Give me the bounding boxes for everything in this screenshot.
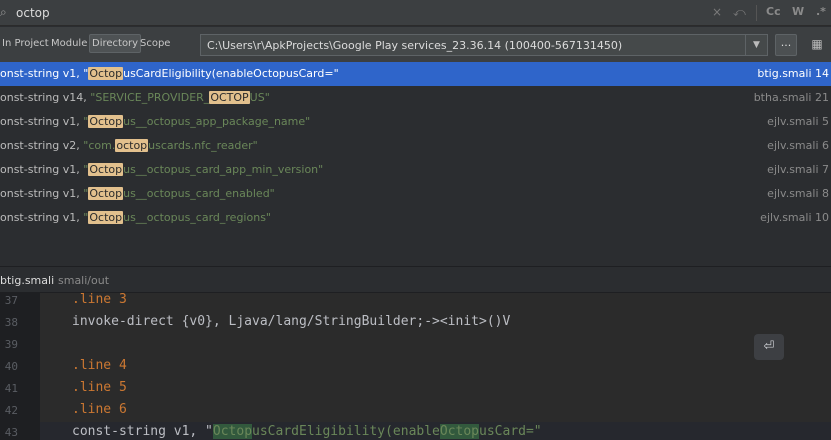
result-row[interactable]: onst-string v14, "SERVICE_PROVIDER_OCTOP… [0, 86, 831, 110]
result-file: btig.smali 14 [757, 67, 829, 80]
clear-icon[interactable]: × [712, 5, 722, 19]
preview-file-name: btig.smali [0, 274, 55, 287]
scope-row: In Project Module Directory Scope C:\Use… [0, 27, 831, 62]
line-number: 40 [4, 360, 18, 373]
result-text: onst-string v1, "Octopus__octopus_card_r… [0, 211, 271, 224]
result-file: ejlv.smali 8 [767, 187, 829, 200]
line-gutter: 37 38 39 40 41 42 43 [0, 293, 40, 440]
result-row[interactable]: onst-string v1, "Octopus__octopus_app_pa… [0, 110, 831, 134]
folder-icon[interactable]: ▦ [806, 34, 828, 56]
soft-wrap-button[interactable]: ⏎ [754, 334, 784, 360]
result-text: onst-string v2, "com.octopuscards.nfc_re… [0, 139, 258, 152]
directory-path-field[interactable]: C:\Users\r\ApkProjects\Google Play servi… [200, 34, 746, 56]
result-text: onst-string v1, "Octopus__octopus_app_pa… [0, 115, 311, 128]
code-editor[interactable]: 37 38 39 40 41 42 43 .line 3 invoke-direct {v0… [0, 292, 831, 440]
match-case-button[interactable]: Cc [766, 5, 781, 18]
result-row[interactable]: onst-string v1, "Octopus__octopus_card_e… [0, 182, 831, 206]
line-number: 38 [4, 316, 18, 329]
match-highlight: Octop [88, 211, 124, 224]
results-list: onst-string v1, "OctopusCardEligibility(… [0, 62, 831, 266]
scope-directory[interactable]: Directory [89, 34, 142, 53]
browse-button[interactable]: ... [775, 34, 797, 56]
search-bar: ⌕ × ⤺ Cc W .* [0, 0, 831, 26]
match-highlight: octop [115, 139, 149, 152]
preview-header: btig.smali smali/out [0, 266, 831, 293]
chevron-down-icon[interactable]: ▼ [746, 34, 768, 56]
code-line: .line 6 [72, 402, 127, 417]
result-file: ejlv.smali 5 [767, 115, 829, 128]
code-line: .line 4 [72, 358, 127, 373]
line-number: 41 [4, 382, 18, 395]
scope-scope[interactable]: Scope [140, 38, 170, 49]
result-row[interactable]: onst-string v1, "Octopus__octopus_card_r… [0, 206, 831, 230]
code-line: const-string v1, "OctopusCardEligibility… [72, 424, 542, 439]
code-line: invoke-direct {v0}, Ljava/lang/StringBui… [72, 314, 511, 329]
result-row[interactable]: onst-string v1, "OctopusCardEligibility(… [0, 62, 831, 86]
line-number: 37 [4, 294, 18, 307]
match-highlight: OCTOP [209, 91, 250, 104]
result-text: onst-string v1, "OctopusCardEligibility(… [0, 67, 339, 80]
code-line: .line 5 [72, 380, 127, 395]
match-highlight: Octop [88, 187, 124, 200]
result-file: ejlv.smali 7 [767, 163, 829, 176]
result-text: onst-string v1, "Octopus__octopus_card_a… [0, 163, 324, 176]
match-highlight: Octop [88, 67, 124, 80]
code-area[interactable]: .line 3 invoke-direct {v0}, Ljava/lang/S… [40, 292, 831, 440]
result-text: onst-string v1, "Octopus__octopus_card_e… [0, 187, 275, 200]
toolbar-separator [756, 5, 757, 21]
result-text: onst-string v14, "SERVICE_PROVIDER_OCTOP… [0, 91, 270, 104]
scope-module[interactable]: Module [51, 38, 87, 49]
line-number: 39 [4, 338, 18, 351]
result-file: btha.smali 21 [753, 91, 829, 104]
search-input[interactable] [16, 4, 576, 22]
result-file: ejlv.smali 6 [767, 139, 829, 152]
match-highlight: Octop [88, 115, 124, 128]
result-row[interactable]: onst-string v1, "Octopus__octopus_card_a… [0, 158, 831, 182]
preview-file-path: smali/out [58, 274, 110, 287]
code-line: .line 3 [72, 292, 127, 307]
words-button[interactable]: W [792, 5, 804, 18]
line-number: 43 [4, 426, 18, 439]
result-row[interactable]: onst-string v2, "com.octopuscards.nfc_re… [0, 134, 831, 158]
match-highlight: Octop [88, 163, 124, 176]
new-line-icon[interactable]: ⤺ [733, 5, 746, 20]
scope-in-project[interactable]: In Project [2, 38, 49, 49]
regex-button[interactable]: .* [816, 5, 826, 18]
result-file: ejlv.smali 10 [760, 211, 829, 224]
search-icon[interactable]: ⌕ [0, 5, 14, 19]
line-number: 42 [4, 404, 18, 417]
